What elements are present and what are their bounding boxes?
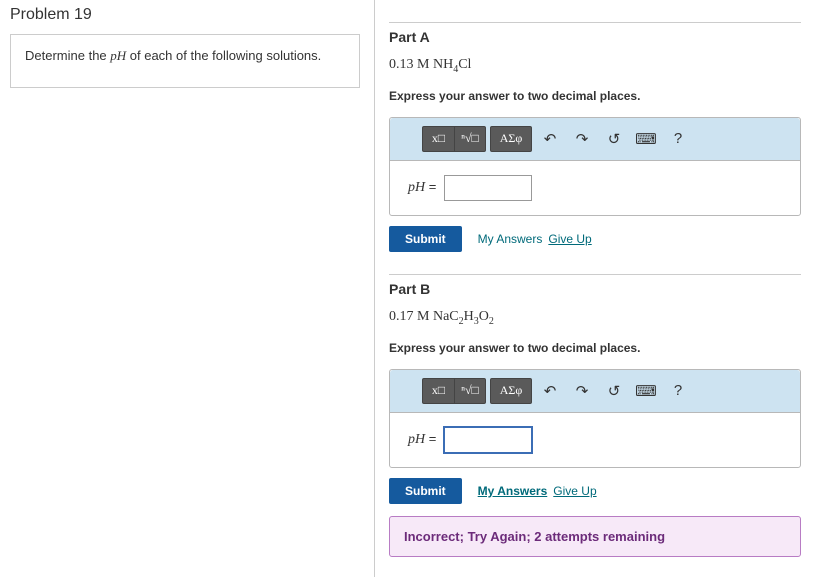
part-a-title: Part A: [389, 22, 801, 45]
prompt-var: pH: [110, 48, 126, 63]
undo-button[interactable]: ↶: [536, 378, 564, 404]
part-a-answer-input[interactable]: [444, 175, 532, 201]
part-b-submit-button[interactable]: Submit: [389, 478, 462, 504]
help-button[interactable]: ?: [664, 126, 692, 152]
reset-button[interactable]: ↺: [600, 126, 628, 152]
undo-icon: ↶: [544, 130, 557, 148]
part-a-give-up-link[interactable]: Give Up: [548, 232, 591, 246]
part-a-conc: 0.13: [389, 57, 417, 72]
help-button[interactable]: ?: [664, 378, 692, 404]
prompt-text-pre: Determine the: [25, 48, 110, 63]
keyboard-button[interactable]: ⌨: [632, 378, 660, 404]
part-b-toolbar: x□ ⁿ√□ ΑΣφ ↶ ↷ ↺ ⌨ ?: [390, 370, 800, 413]
prompt-text-post: of each of the following solutions.: [126, 48, 321, 63]
template-button[interactable]: x□: [422, 378, 454, 404]
part-a-my-answers-link[interactable]: My Answers: [478, 232, 543, 246]
part-b-instruction: Express your answer to two decimal place…: [389, 341, 801, 355]
keyboard-icon: ⌨: [635, 382, 657, 400]
part-b-feedback: Incorrect; Try Again; 2 attempts remaini…: [389, 516, 801, 557]
redo-icon: ↷: [576, 130, 589, 148]
keyboard-icon: ⌨: [635, 130, 657, 148]
part-b-answer-box: x□ ⁿ√□ ΑΣφ ↶ ↷ ↺ ⌨ ? pH =: [389, 369, 801, 468]
help-icon: ?: [674, 130, 682, 147]
redo-button[interactable]: ↷: [568, 378, 596, 404]
part-b-submit-row: Submit My Answers Give Up: [389, 478, 801, 504]
greek-button[interactable]: ΑΣφ: [490, 378, 532, 404]
reset-icon: ↺: [608, 130, 621, 148]
part-b-formula: 0.17 M NaC2H3O2: [389, 309, 801, 327]
left-panel: Problem 19 Determine the pH of each of t…: [0, 0, 375, 577]
part-a-input-row: pH =: [390, 161, 800, 215]
part-a-formula: 0.13 M NH4Cl: [389, 57, 801, 75]
greek-icon: ΑΣφ: [500, 383, 523, 398]
redo-icon: ↷: [576, 382, 589, 400]
undo-button[interactable]: ↶: [536, 126, 564, 152]
part-a-instruction: Express your answer to two decimal place…: [389, 89, 801, 103]
greek-icon: ΑΣφ: [500, 131, 523, 146]
root-button[interactable]: ⁿ√□: [454, 126, 486, 152]
reset-icon: ↺: [608, 382, 621, 400]
problem-title: Problem 19: [0, 0, 374, 34]
part-b-conc: 0.17: [389, 309, 417, 324]
root-icon: ⁿ√□: [461, 383, 479, 398]
root-icon: ⁿ√□: [461, 131, 479, 146]
template-button[interactable]: x□: [422, 126, 454, 152]
root-button[interactable]: ⁿ√□: [454, 378, 486, 404]
part-a-submit-row: Submit My Answers Give Up: [389, 226, 801, 252]
part-b: Part B 0.17 M NaC2H3O2 Express your answ…: [389, 274, 801, 557]
template-icon: x□: [432, 383, 445, 398]
part-b-input-label: pH: [408, 432, 425, 447]
template-icon: x□: [432, 131, 445, 146]
part-a-submit-button[interactable]: Submit: [389, 226, 462, 252]
part-b-title: Part B: [389, 274, 801, 297]
part-a-toolbar: x□ ⁿ√□ ΑΣφ ↶ ↷ ↺ ⌨ ?: [390, 118, 800, 161]
part-a-unit: M: [417, 57, 429, 72]
right-panel: Part A 0.13 M NH4Cl Express your answer …: [375, 0, 815, 577]
part-a-chem: NH4Cl: [429, 57, 471, 72]
part-b-equals: =: [425, 431, 436, 446]
part-b-unit: M: [417, 309, 429, 324]
part-a-input-label: pH: [408, 180, 425, 195]
part-a: Part A 0.13 M NH4Cl Express your answer …: [389, 22, 801, 252]
help-icon: ?: [674, 382, 682, 399]
part-b-input-container: pH =: [408, 431, 436, 448]
undo-icon: ↶: [544, 382, 557, 400]
part-a-equals: =: [425, 179, 436, 194]
part-a-answer-box: x□ ⁿ√□ ΑΣφ ↶ ↷ ↺ ⌨ ? pH =: [389, 117, 801, 216]
reset-button[interactable]: ↺: [600, 378, 628, 404]
part-b-give-up-link[interactable]: Give Up: [553, 484, 596, 498]
part-b-chem: NaC2H3O2: [429, 309, 493, 324]
problem-statement: Determine the pH of each of the followin…: [10, 34, 360, 88]
keyboard-button[interactable]: ⌨: [632, 126, 660, 152]
greek-button[interactable]: ΑΣφ: [490, 126, 532, 152]
part-b-answer-input[interactable]: [444, 427, 532, 453]
part-a-input-container: pH =: [408, 179, 436, 196]
part-b-input-row: pH =: [390, 413, 800, 467]
redo-button[interactable]: ↷: [568, 126, 596, 152]
part-b-my-answers-link[interactable]: My Answers: [478, 484, 548, 498]
